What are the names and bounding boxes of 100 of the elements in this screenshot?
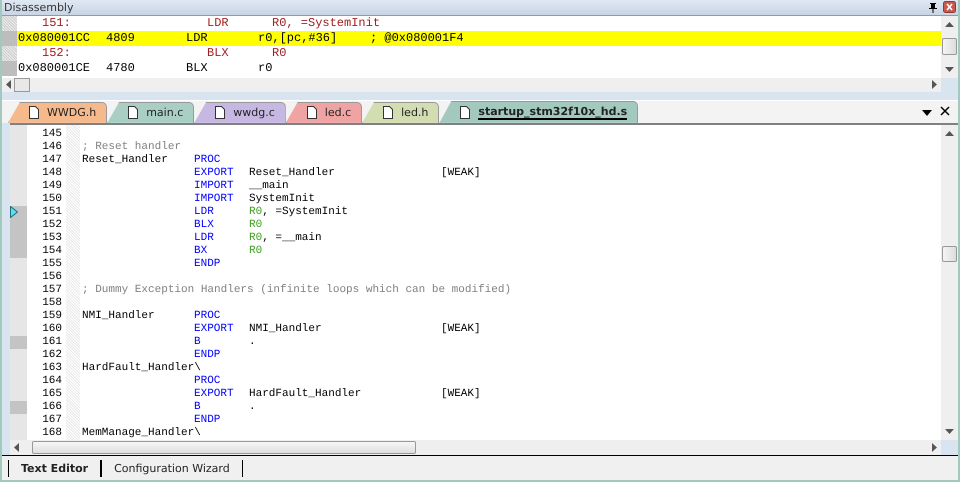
line-number: 164	[41, 374, 62, 388]
line-number: 156	[41, 270, 62, 284]
horizontal-scrollbar[interactable]	[2, 78, 941, 92]
panel-title: Disassembly	[4, 0, 74, 14]
code-attribute: [WEAK]	[441, 322, 481, 336]
disassembly-line[interactable]: 152: BLX R0	[17, 46, 941, 61]
code-keyword: PROC	[194, 310, 220, 322]
gutter-marker	[2, 30, 17, 46]
code-operand: Reset_Handler	[249, 166, 335, 179]
code-comment: ; Dummy Exception Handlers (infinite loops which can be modified)	[82, 284, 512, 297]
scroll-thumb[interactable]	[942, 38, 957, 56]
line-number: 165	[41, 388, 62, 401]
scroll-right-icon[interactable]	[932, 443, 937, 452]
line-number: 149	[41, 180, 62, 193]
line-number: 155	[41, 258, 62, 271]
code-register: R0	[249, 232, 262, 244]
code-label: Reset_Handler	[82, 154, 168, 166]
file-tab[interactable]: startup_stm32f10x_hd.s	[439, 100, 638, 123]
scroll-left-icon[interactable]	[14, 443, 19, 452]
line-number: 146	[41, 140, 62, 154]
code-label: MemManage_Handler\	[82, 426, 201, 439]
disassembly-line[interactable]: 151: LDR R0, =SystemInit	[17, 16, 941, 31]
view-tab[interactable]: Text Editor	[8, 460, 102, 477]
file-icon	[215, 106, 226, 120]
line-number: 151	[41, 206, 62, 219]
file-tab[interactable]: led.c	[286, 102, 362, 123]
file-tab[interactable]: wwdg.c	[194, 102, 286, 123]
scroll-thumb[interactable]	[32, 441, 416, 454]
file-tab[interactable]: main.c	[107, 102, 194, 123]
horizontal-scrollbar[interactable]	[10, 440, 941, 456]
line-number: 152	[41, 218, 62, 232]
code-operand: __main	[249, 180, 289, 192]
close-icon[interactable]	[943, 1, 956, 14]
line-number: 157	[41, 284, 62, 297]
code-keyword: B	[194, 400, 201, 413]
file-icon	[128, 106, 138, 120]
code-attribute: [WEAK]	[441, 166, 481, 180]
code-keyword: EXPORT	[194, 388, 234, 400]
code-keyword: EXPORT	[194, 166, 234, 179]
vertical-scrollbar[interactable]	[941, 16, 958, 78]
code-register: R0	[249, 218, 262, 231]
disassembly-line[interactable]: 0x080001CE 4780 BLX r0	[17, 60, 941, 76]
code-register: R0	[249, 206, 262, 218]
scroll-down-icon[interactable]	[945, 429, 954, 434]
scroll-right-icon[interactable]	[932, 80, 937, 90]
scroll-up-icon[interactable]	[945, 130, 954, 136]
dropdown-icon[interactable]	[922, 110, 932, 116]
line-number: 147	[41, 154, 62, 167]
code-label: HardFault_Handler\	[82, 362, 201, 374]
code-operand: , =SystemInit	[262, 206, 348, 218]
code-keyword: LDR	[194, 232, 214, 244]
view-tab[interactable]: Configuration Wizard	[101, 460, 243, 477]
line-number: 145	[41, 128, 62, 141]
line-number: 153	[41, 232, 62, 245]
line-number: 158	[41, 296, 62, 310]
line-number: 154	[41, 244, 62, 258]
code-keyword: ENDP	[194, 348, 220, 361]
line-number: 148	[41, 166, 62, 180]
code-operand: NMI_Handler	[249, 322, 322, 335]
code-keyword: IMPORT	[194, 192, 234, 205]
line-number: 162	[41, 348, 62, 362]
code-operand: .	[249, 336, 256, 348]
code-label: NMI_Handler	[82, 310, 155, 322]
code-register: R0	[249, 244, 262, 257]
code-operand: HardFault_Handler	[249, 388, 362, 400]
scroll-down-icon[interactable]	[945, 66, 954, 72]
vertical-scrollbar[interactable]	[941, 124, 958, 440]
code-keyword: LDR	[194, 206, 214, 218]
line-number: 150	[41, 192, 62, 206]
code-keyword: BX	[194, 244, 208, 257]
file-tab[interactable]: WWDG.h	[8, 102, 108, 123]
code-keyword: PROC	[194, 154, 220, 166]
code-keyword: B	[194, 336, 201, 348]
gutter-marker	[2, 60, 17, 76]
gutter-marker	[2, 16, 17, 31]
line-number: 160	[41, 322, 62, 336]
pin-icon[interactable]	[928, 2, 938, 13]
code-keyword: IMPORT	[194, 180, 234, 192]
code-operand: SystemInit	[249, 192, 316, 205]
scroll-thumb[interactable]	[14, 78, 30, 92]
file-tab[interactable]: led.h	[362, 102, 440, 123]
file-icon	[29, 106, 39, 120]
code-comment: ; Reset handler	[82, 140, 182, 154]
line-number: 163	[41, 362, 62, 375]
scroll-thumb[interactable]	[942, 246, 957, 262]
code-attribute: [WEAK]	[441, 388, 481, 401]
close-icon[interactable]	[940, 106, 950, 116]
code-keyword: EXPORT	[194, 322, 234, 335]
line-number: 167	[41, 414, 62, 427]
line-number: 166	[41, 400, 62, 414]
file-icon	[306, 106, 317, 120]
scroll-left-icon[interactable]	[6, 80, 11, 90]
scroll-up-icon[interactable]	[945, 22, 954, 27]
file-icon	[383, 106, 394, 120]
code-keyword: PROC	[194, 374, 220, 387]
code-keyword: ENDP	[194, 258, 220, 270]
code-operand: .	[249, 400, 256, 413]
line-number: 159	[41, 310, 62, 323]
code-keyword: ENDP	[194, 414, 220, 426]
line-number: 168	[41, 426, 62, 440]
